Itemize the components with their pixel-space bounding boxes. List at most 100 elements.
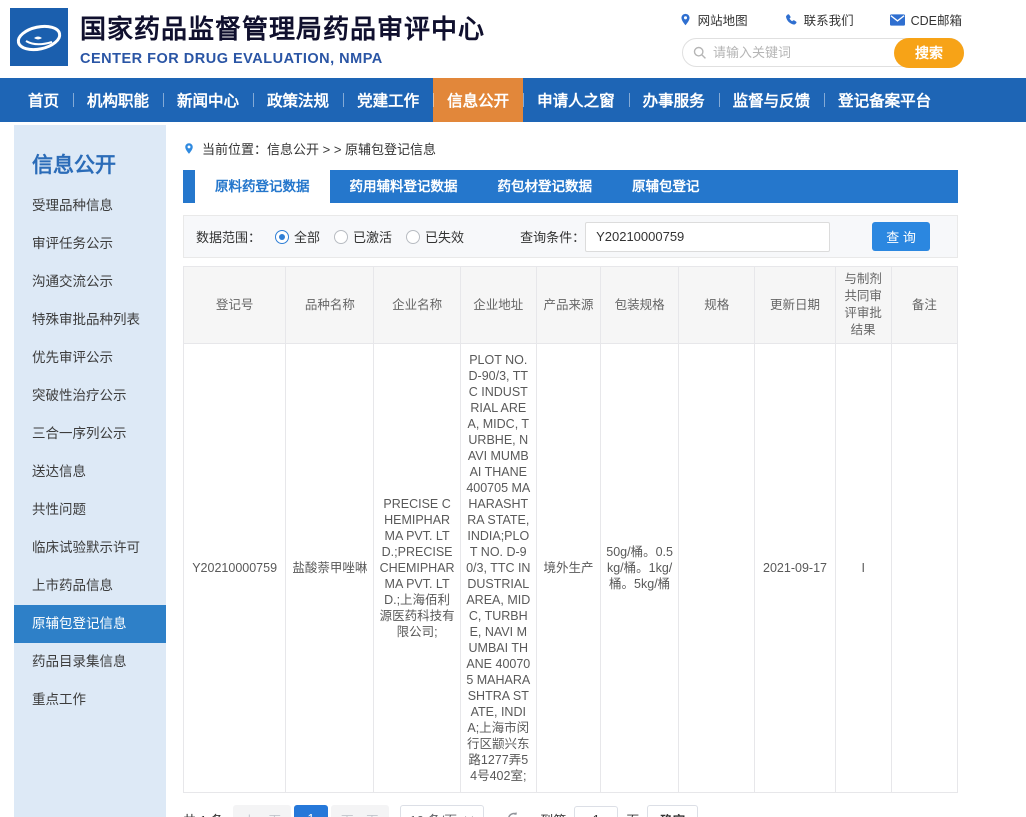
- sidebar-title: 信息公开: [14, 125, 166, 187]
- cell-variety-name: 盐酸萘甲唑啉: [286, 344, 374, 793]
- table-header-row: 登记号 品种名称 企业名称 企业地址 产品来源 包装规格 规格 更新日期 与制剂…: [184, 267, 958, 344]
- sidebar-item-accepted-varieties[interactable]: 受理品种信息: [14, 187, 166, 225]
- page-size-select[interactable]: 10 条/页: [400, 805, 485, 817]
- query-label: 查询条件：: [520, 227, 585, 246]
- envelope-icon: [890, 14, 905, 26]
- col-company-address: 企业地址: [460, 267, 536, 344]
- cde-logo: [10, 8, 68, 66]
- scope-radio-group: 全部 已激活 已失效: [261, 227, 464, 246]
- page-unit-label: 页: [626, 810, 639, 817]
- site-header: 国家药品监督管理局药品审评中心 CENTER FOR DRUG EVALUATI…: [0, 0, 1026, 78]
- breadcrumb-text: 当前位置：信息公开 > > 原辅包登记信息: [202, 139, 436, 158]
- col-product-source: 产品来源: [536, 267, 600, 344]
- breadcrumb: 当前位置：信息公开 > > 原辅包登记信息: [183, 139, 958, 158]
- cell-product-source: 境外生产: [536, 344, 600, 793]
- sidebar-item-marketed-drugs[interactable]: 上市药品信息: [14, 567, 166, 605]
- next-page-button[interactable]: 下一页: [331, 805, 389, 817]
- nav-item-applicant[interactable]: 申请人之窗: [523, 78, 629, 122]
- nav-item-info-disclosure[interactable]: 信息公开: [433, 78, 523, 122]
- scope-label: 数据范围：: [196, 227, 261, 246]
- nav-item-registration-platform[interactable]: 登记备案平台: [824, 78, 945, 122]
- registration-table: 登记号 品种名称 企业名称 企业地址 产品来源 包装规格 规格 更新日期 与制剂…: [183, 266, 958, 793]
- cell-company-name: PRECISE CHEMIPHARMA PVT. LTD.;PRECISE CH…: [374, 344, 460, 793]
- nav-item-party[interactable]: 党建工作: [343, 78, 433, 122]
- contact-us-link[interactable]: 联系我们: [784, 10, 854, 29]
- site-search-bar: 搜索: [682, 38, 964, 67]
- cell-update-date: 2021-09-17: [755, 344, 835, 793]
- sidebar-item-clinical-trial-license[interactable]: 临床试验默示许可: [14, 529, 166, 567]
- col-joint-review-result: 与制剂共同审评审批结果: [835, 267, 891, 344]
- sidebar-item-common-issues[interactable]: 共性问题: [14, 491, 166, 529]
- table-row: Y20210000759 盐酸萘甲唑啉 PRECISE CHEMIPHARMA …: [184, 344, 958, 793]
- page-number-button[interactable]: 1: [294, 805, 328, 817]
- nav-item-news[interactable]: 新闻中心: [163, 78, 253, 122]
- data-tabs: 原料药登记数据 药用辅料登记数据 药包材登记数据 原辅包登记: [183, 170, 958, 203]
- contact-us-link-label: 联系我们: [804, 10, 854, 29]
- cde-mail-link[interactable]: CDE邮箱: [890, 10, 962, 29]
- sidebar: 信息公开 受理品种信息 审评任务公示 沟通交流公示 特殊审批品种列表 优先审评公…: [14, 125, 166, 817]
- nav-item-org[interactable]: 机构职能: [73, 78, 163, 122]
- sidebar-item-delivery-info[interactable]: 送达信息: [14, 453, 166, 491]
- site-title-en: CENTER FOR DRUG EVALUATION, NMPA: [80, 51, 485, 67]
- sidebar-item-special-approval[interactable]: 特殊审批品种列表: [14, 301, 166, 339]
- location-pin-icon: [679, 12, 692, 27]
- tab-packaging-registration[interactable]: 药包材登记数据: [478, 170, 613, 203]
- goto-page-label: 到第: [540, 810, 566, 817]
- tab-api-registration[interactable]: 原料药登记数据: [195, 170, 330, 203]
- radio-all[interactable]: 全部: [275, 227, 320, 246]
- cde-swoosh-logo-icon: [10, 8, 68, 66]
- search-icon: [693, 46, 707, 60]
- radio-activated[interactable]: 已激活: [334, 227, 392, 246]
- radio-dot-icon: [406, 230, 420, 244]
- col-company-name: 企业名称: [374, 267, 460, 344]
- radio-expired-label: 已失效: [425, 227, 464, 246]
- col-remarks: 备注: [891, 267, 957, 344]
- col-variety-name: 品种名称: [286, 267, 374, 344]
- site-title-cn: 国家药品监督管理局药品审评中心: [80, 9, 485, 46]
- refresh-icon[interactable]: [506, 811, 522, 817]
- sidebar-item-key-work[interactable]: 重点工作: [14, 681, 166, 719]
- nav-item-policy[interactable]: 政策法规: [253, 78, 343, 122]
- col-update-date: 更新日期: [755, 267, 835, 344]
- tab-raw-aux-pack[interactable]: 原辅包登记: [612, 170, 720, 203]
- nav-item-supervision[interactable]: 监督与反馈: [719, 78, 825, 122]
- goto-page-input[interactable]: [574, 806, 618, 817]
- sidebar-item-communication[interactable]: 沟通交流公示: [14, 263, 166, 301]
- sidebar-item-drug-catalog[interactable]: 药品目录集信息: [14, 643, 166, 681]
- sidebar-item-excipient-registration[interactable]: 原辅包登记信息: [14, 605, 166, 643]
- radio-expired[interactable]: 已失效: [406, 227, 464, 246]
- phone-icon: [784, 13, 798, 27]
- total-count: 共 1 条: [183, 810, 223, 817]
- nav-item-services[interactable]: 办事服务: [629, 78, 719, 122]
- sitemap-link[interactable]: 网站地图: [679, 10, 748, 29]
- nav-item-home[interactable]: 首页: [14, 78, 73, 122]
- cell-packaging-spec: 50g/桶。0.5kg/桶。1kg/桶。5kg/桶: [601, 344, 679, 793]
- cell-company-address: PLOT NO. D-90/3, TTC INDUSTRIAL AREA, MI…: [460, 344, 536, 793]
- header-quick-links: 网站地图 联系我们 CDE邮箱: [679, 10, 962, 29]
- radio-activated-label: 已激活: [353, 227, 392, 246]
- sidebar-item-breakthrough-therapy[interactable]: 突破性治疗公示: [14, 377, 166, 415]
- site-search-button[interactable]: 搜索: [894, 38, 964, 68]
- col-spec: 规格: [679, 267, 755, 344]
- cell-joint-review-result: I: [835, 344, 891, 793]
- goto-confirm-button[interactable]: 确定: [647, 805, 698, 817]
- cell-registration-no: Y20210000759: [184, 344, 286, 793]
- radio-dot-icon: [275, 230, 289, 244]
- sitemap-link-label: 网站地图: [698, 10, 748, 29]
- cell-spec: [679, 344, 755, 793]
- filter-bar: 数据范围： 全部 已激活 已失效 查询条件： 查 询: [183, 215, 958, 258]
- query-button[interactable]: 查 询: [872, 222, 930, 251]
- query-input[interactable]: [585, 222, 830, 252]
- main-nav: 首页 机构职能 新闻中心 政策法规 党建工作 信息公开 申请人之窗 办事服务 监…: [0, 78, 1026, 122]
- col-packaging-spec: 包装规格: [601, 267, 679, 344]
- radio-dot-icon: [334, 230, 348, 244]
- sidebar-item-three-in-one[interactable]: 三合一序列公示: [14, 415, 166, 453]
- prev-page-button[interactable]: 上一页: [233, 805, 291, 817]
- location-pin-icon: [183, 141, 195, 156]
- cde-mail-link-label: CDE邮箱: [911, 10, 962, 29]
- sidebar-item-priority-review[interactable]: 优先审评公示: [14, 339, 166, 377]
- cell-remarks: [891, 344, 957, 793]
- tab-excipient-registration[interactable]: 药用辅料登记数据: [330, 170, 478, 203]
- pagination-bar: 共 1 条 上一页 1 下一页 10 条/页 到第 页 确定: [183, 805, 958, 817]
- sidebar-item-review-tasks[interactable]: 审评任务公示: [14, 225, 166, 263]
